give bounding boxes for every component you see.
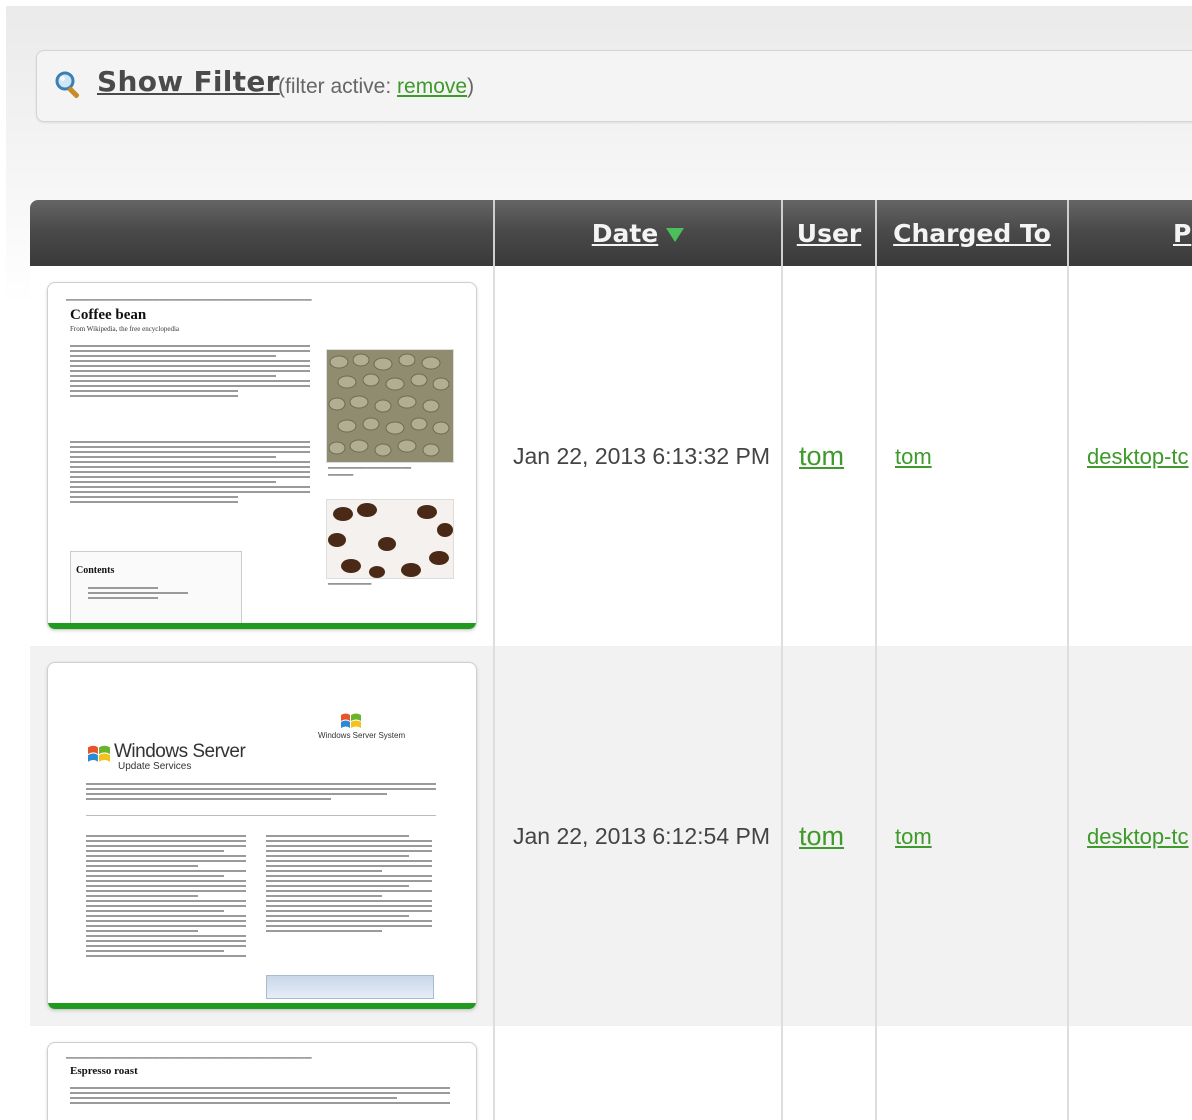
column-header-charged-to[interactable]: Charged To — [876, 200, 1069, 266]
show-filter-link[interactable]: Show Filter — [97, 65, 280, 98]
thumbnail-brand-title: Windows Server — [114, 741, 246, 762]
thumbnail-status-bar — [48, 1003, 476, 1009]
table-row: ━━━━━━━━━━━━━━━━━━━━━━━━━━━━━━━━━━━━━━━━… — [30, 266, 1192, 646]
column-header-preview — [30, 200, 495, 266]
thumbnail-subtitle: From Wikipedia, the free encyclopedia — [70, 325, 180, 333]
column-header-date[interactable]: Date — [494, 200, 783, 266]
roasted-coffee-beans-image — [326, 499, 454, 579]
date-cell: Jan 22, 2013 6:13:32 PM — [494, 266, 783, 646]
table-row: Windows Server System Windows Server Upd… — [30, 646, 1192, 1026]
thumbnail-text-block — [86, 835, 246, 960]
column-header-user[interactable]: User — [782, 200, 877, 266]
thumbnail-page-header: ━━━━━━━━━━━━━━━━━━━━━━━━━━━━━━━━━━━━━━━━… — [66, 298, 312, 304]
sort-descending-icon — [666, 227, 685, 242]
sort-by-charged-to-link[interactable]: Charged To — [893, 219, 1051, 248]
date-cell: Jan 22, 2013 6:12:54 PM — [494, 646, 783, 1026]
filter-status-suffix: ) — [467, 75, 475, 98]
document-thumbnail[interactable]: ━━━━━━━━━━━━━━━━━━━━━━━━━━━━━━━━━━━━━━━━… — [47, 1042, 477, 1120]
user-cell: tom — [782, 266, 877, 646]
charged-to-link[interactable]: tom — [895, 824, 932, 849]
printer-cell: desktop-tc — [1068, 646, 1192, 1026]
table-row: ━━━━━━━━━━━━━━━━━━━━━━━━━━━━━━━━━━━━━━━━… — [30, 1026, 1192, 1120]
charged-to-cell: tom — [876, 266, 1069, 646]
preview-cell: ━━━━━━━━━━━━━━━━━━━━━━━━━━━━━━━━━━━━━━━━… — [30, 1026, 495, 1120]
table-header-row: Date User Charged To P — [30, 200, 1192, 266]
charged-to-link[interactable]: tom — [895, 444, 932, 469]
thumbnail-title: Espresso roast — [70, 1065, 138, 1077]
thumbnail-text-block — [88, 587, 188, 602]
thumbnail-brand-subtitle: Update Services — [118, 761, 192, 772]
column-header-printer[interactable]: P — [1068, 200, 1192, 266]
thumbnail-text-block — [86, 783, 436, 803]
print-log-table: Date User Charged To P ━━━━━━━━━━━━━━━━━… — [30, 200, 1192, 1120]
printer-link[interactable]: desktop-tc — [1087, 444, 1189, 469]
document-thumbnail[interactable]: Windows Server System Windows Server Upd… — [47, 662, 477, 1010]
thumbnail-divider — [86, 815, 436, 816]
thumbnail-text-block — [70, 441, 310, 506]
thumbnail-text-block — [70, 345, 310, 400]
thumbnail-screenshot-image — [266, 975, 434, 999]
filter-status: (filter active: remove) — [278, 75, 474, 99]
thumbnail-caption: ━━━━━━━━━━━━━━━━━━━━━━━ ━━━━━━━ — [328, 466, 412, 479]
user-link[interactable]: tom — [799, 441, 844, 471]
document-thumbnail[interactable]: ━━━━━━━━━━━━━━━━━━━━━━━━━━━━━━━━━━━━━━━━… — [47, 282, 477, 630]
thumbnail-text-block — [266, 835, 432, 935]
sort-by-date-link[interactable]: Date — [592, 219, 659, 248]
windows-flag-icon — [341, 713, 361, 728]
search-icon[interactable] — [53, 69, 85, 101]
sort-by-user-link[interactable]: User — [797, 219, 861, 248]
thumbnail-contents-title: Contents — [76, 565, 115, 576]
printer-link[interactable]: desktop-tc — [1087, 824, 1189, 849]
charged-to-cell — [876, 1026, 1069, 1120]
filter-status-prefix: (filter active: — [278, 75, 398, 98]
printer-cell: desktop-tc — [1068, 266, 1192, 646]
date-cell — [494, 1026, 783, 1120]
windows-flag-icon — [88, 745, 110, 762]
thumbnail-caption: ━━━━━━━━━━━━ — [328, 582, 372, 588]
remove-filter-link[interactable]: remove — [397, 75, 467, 98]
user-link[interactable]: tom — [799, 821, 844, 851]
preview-cell: Windows Server System Windows Server Upd… — [30, 646, 495, 1026]
user-cell: tom — [782, 646, 877, 1026]
green-coffee-beans-image — [326, 349, 454, 463]
filter-bar: Show Filter (filter active: remove) — [36, 50, 1192, 122]
thumbnail-status-bar — [48, 623, 476, 629]
thumbnail-page-header: ━━━━━━━━━━━━━━━━━━━━━━━━━━━━━━━━━━━━━━━━… — [66, 1056, 312, 1062]
charged-to-cell: tom — [876, 646, 1069, 1026]
user-cell — [782, 1026, 877, 1120]
thumbnail-brand-small: Windows Server System — [318, 731, 406, 740]
sort-by-printer-link[interactable]: P — [1173, 219, 1191, 248]
preview-cell: ━━━━━━━━━━━━━━━━━━━━━━━━━━━━━━━━━━━━━━━━… — [30, 266, 495, 646]
printer-cell — [1068, 1026, 1192, 1120]
thumbnail-title: Coffee bean — [70, 307, 147, 323]
thumbnail-text-block — [70, 1087, 450, 1107]
